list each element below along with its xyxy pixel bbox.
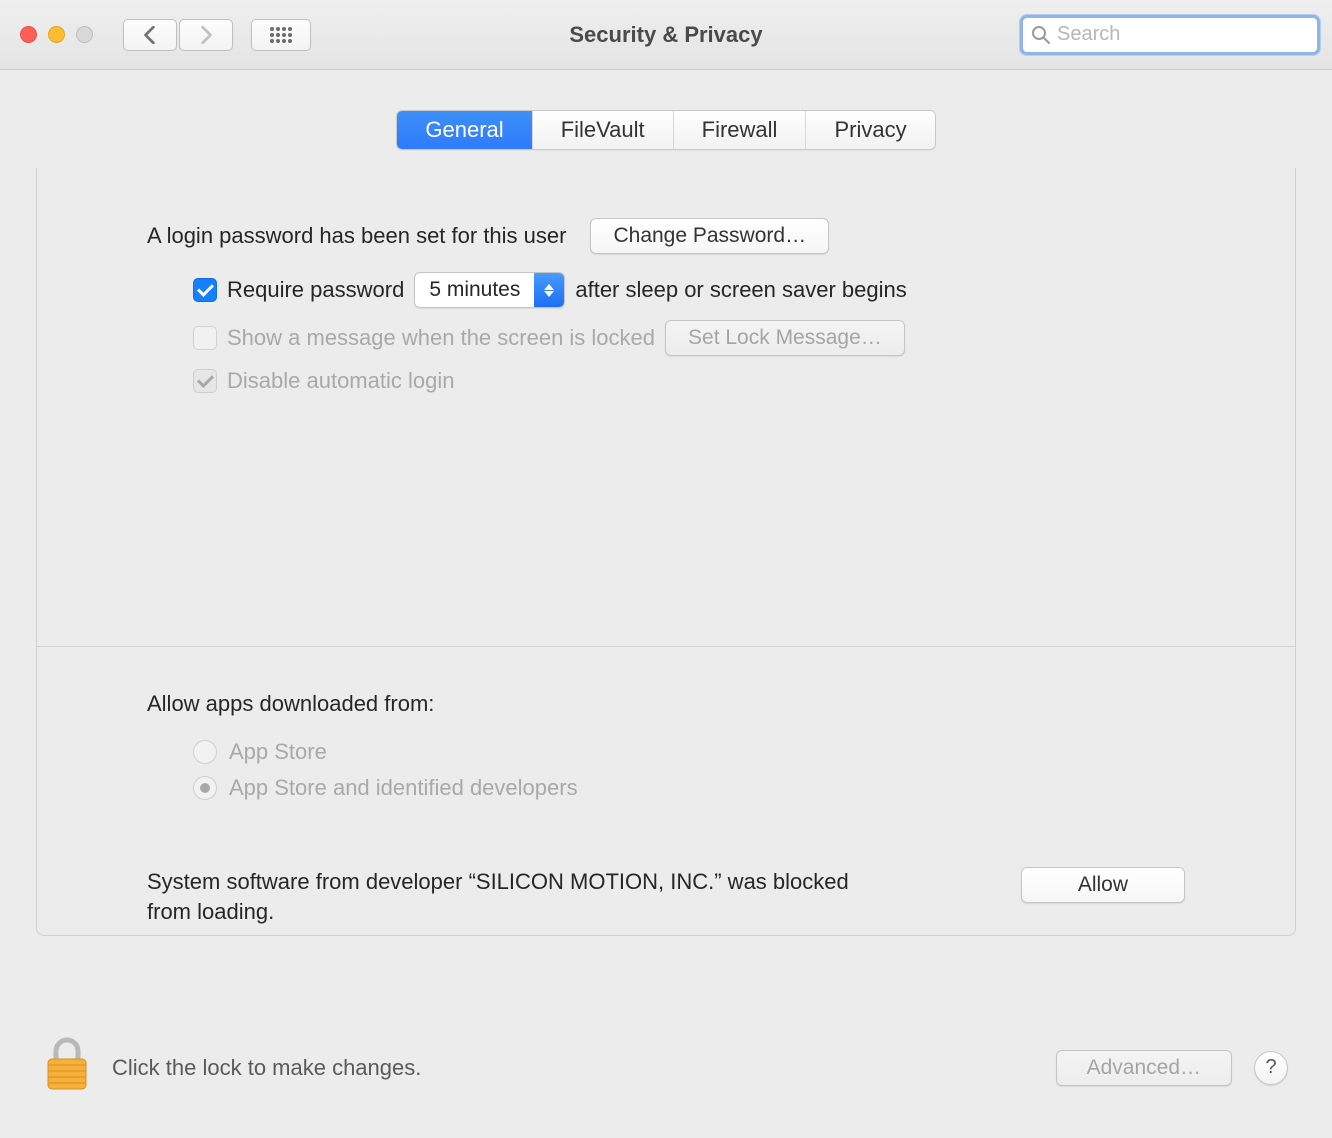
blocked-software-text: System software from developer “SILICON … <box>147 867 887 926</box>
lock-icon[interactable] <box>44 1037 90 1098</box>
search-field-wrap[interactable] <box>1020 15 1320 55</box>
allow-apps-appstore-radio <box>193 740 217 764</box>
search-icon <box>1031 25 1051 45</box>
allow-apps-identified-row: App Store and identified developers <box>147 775 1185 801</box>
show-lock-message-label: Show a message when the screen is locked <box>227 325 655 351</box>
search-input[interactable] <box>1057 23 1309 46</box>
allow-apps-identified-label: App Store and identified developers <box>229 775 578 801</box>
tab-general[interactable]: General <box>397 111 532 149</box>
disable-auto-login-checkbox <box>193 369 217 393</box>
close-window-button[interactable] <box>20 26 37 43</box>
back-button[interactable] <box>123 19 177 51</box>
show-lock-message-row: Show a message when the screen is locked… <box>147 320 1185 356</box>
require-password-label-after: after sleep or screen saver begins <box>575 277 906 303</box>
advanced-button: Advanced… <box>1056 1050 1232 1086</box>
change-password-button[interactable]: Change Password… <box>590 218 829 254</box>
help-button[interactable]: ? <box>1254 1051 1288 1085</box>
minimize-window-button[interactable] <box>48 26 65 43</box>
footer: Click the lock to make changes. Advanced… <box>0 1007 1332 1138</box>
nav-buttons <box>123 19 233 51</box>
forward-button[interactable] <box>179 19 233 51</box>
window-title: Security & Privacy <box>569 22 762 48</box>
tab-firewall[interactable]: Firewall <box>674 111 807 149</box>
tab-filevault[interactable]: FileVault <box>533 111 674 149</box>
login-password-row: A login password has been set for this u… <box>147 218 1185 254</box>
allow-apps-header: Allow apps downloaded from: <box>147 691 1185 717</box>
require-password-checkbox[interactable] <box>193 278 217 302</box>
divider <box>37 646 1295 647</box>
blocked-software-row: System software from developer “SILICON … <box>147 867 1185 926</box>
allow-apps-appstore-row: App Store <box>147 739 1185 765</box>
allow-blocked-button[interactable]: Allow <box>1021 867 1185 903</box>
require-password-row: Require password 5 minutes after sleep o… <box>147 272 1185 308</box>
tabs-row: General FileVault Firewall Privacy <box>0 110 1332 150</box>
allow-apps-identified-radio <box>193 776 217 800</box>
chevron-updown-icon <box>534 273 564 307</box>
window-controls <box>20 26 93 43</box>
require-password-delay-select[interactable]: 5 minutes <box>414 272 565 308</box>
tabs: General FileVault Firewall Privacy <box>396 110 935 150</box>
disable-auto-login-row: Disable automatic login <box>147 368 1185 394</box>
content-panel: A login password has been set for this u… <box>36 168 1296 936</box>
disable-auto-login-label: Disable automatic login <box>227 368 454 394</box>
require-password-label-before: Require password <box>227 277 404 303</box>
show-lock-message-checkbox <box>193 326 217 350</box>
require-password-delay-value: 5 minutes <box>415 278 534 302</box>
tab-privacy[interactable]: Privacy <box>806 111 934 149</box>
title-bar: Security & Privacy <box>0 0 1332 70</box>
set-lock-message-button: Set Lock Message… <box>665 320 905 356</box>
show-all-button[interactable] <box>251 19 311 51</box>
login-password-label: A login password has been set for this u… <box>147 223 566 249</box>
zoom-window-button <box>76 26 93 43</box>
lock-hint-text: Click the lock to make changes. <box>112 1055 421 1081</box>
allow-apps-appstore-label: App Store <box>229 739 327 765</box>
